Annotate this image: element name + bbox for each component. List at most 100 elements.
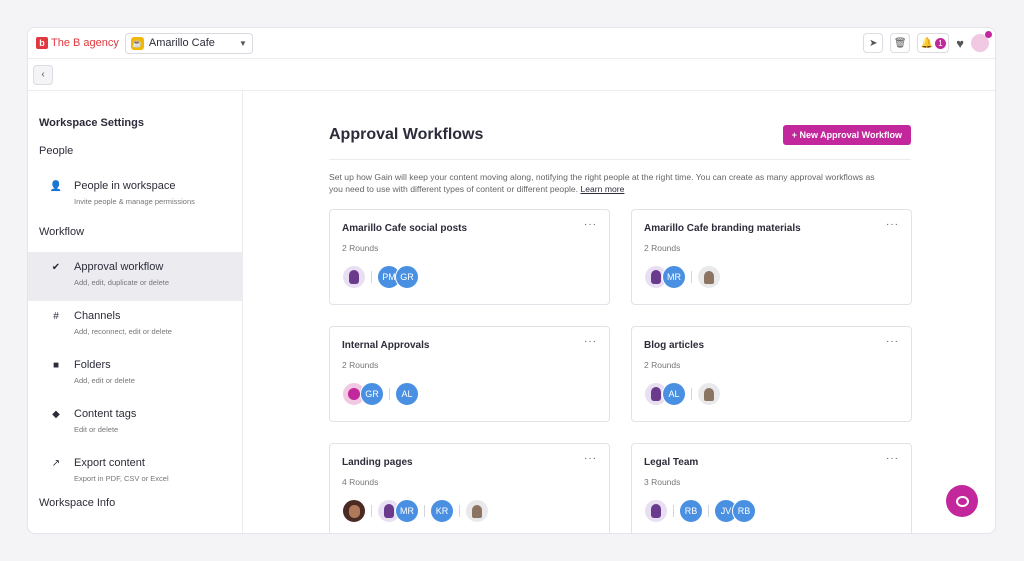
send-icon: ➤ — [869, 37, 878, 49]
sidebar-item-export-content[interactable]: ↗ Export content Export in PDF, CSV or Ex… — [28, 448, 242, 497]
card-title: Landing pages — [342, 457, 413, 468]
approvers: RB JV RB — [644, 499, 899, 523]
more-icon[interactable]: ··· — [584, 219, 597, 230]
chat-icon — [955, 495, 969, 507]
card-title: Legal Team — [644, 457, 699, 468]
intro-text: Set up how Gain will keep your content m… — [329, 171, 889, 195]
sidebar-item-content-tags[interactable]: ◆ Content tags Edit or delete — [28, 399, 242, 448]
notifications-button[interactable]: 🔔 1 — [917, 33, 950, 53]
avatar: RB — [679, 499, 703, 523]
sidebar-item-desc: Edit or delete — [74, 425, 119, 434]
sidebar-item-channels[interactable]: # Channels Add, reconnect, edit or delete — [28, 301, 242, 350]
section-workspace-info: Workspace Info — [39, 497, 116, 509]
avatar — [697, 265, 721, 289]
card-title: Blog articles — [644, 340, 705, 351]
send-button[interactable]: ➤ — [863, 33, 884, 53]
sidebar-item-label: Content tags — [74, 408, 137, 420]
approvers: PM GR — [342, 265, 597, 289]
approvers: MR — [644, 265, 899, 289]
more-icon[interactable]: ··· — [584, 336, 597, 347]
app-window: b The B agency ☕ Amarillo Cafe ▼ ➤ 🗑 🔔 1… — [27, 27, 996, 534]
avatar — [342, 499, 366, 523]
avatar: AL — [395, 382, 419, 406]
chevron-down-icon: ▼ — [238, 38, 247, 48]
settings-sidebar: Workspace Settings People 👤 People in wo… — [28, 91, 243, 533]
avatar — [697, 382, 721, 406]
workflow-card[interactable]: Amarillo Cafe branding materials ··· 2 R… — [631, 209, 912, 305]
help-chat-button[interactable] — [946, 485, 978, 517]
workflow-card[interactable]: Blog articles ··· 2 Rounds AL — [631, 326, 912, 422]
sidebar-item-approval-workflow[interactable]: ✔ Approval workflow Add, edit, duplicate … — [28, 252, 242, 301]
brand-logo: b — [36, 37, 48, 49]
avatar — [465, 499, 489, 523]
sidebar-item-people[interactable]: 👤 People in workspace Invite people & man… — [28, 171, 242, 220]
card-rounds: 2 Rounds — [342, 360, 379, 370]
approvers: MR KR — [342, 499, 597, 523]
approvers: GR AL — [342, 382, 597, 406]
workflow-grid: Amarillo Cafe social posts ··· 2 Rounds … — [329, 209, 995, 533]
more-icon[interactable]: ··· — [886, 336, 899, 347]
new-approval-workflow-button[interactable]: + New Approval Workflow — [782, 125, 911, 145]
page-title: Approval Workflows — [329, 126, 484, 143]
avatar: AL — [662, 382, 686, 406]
trash-button[interactable]: 🗑 — [890, 33, 911, 53]
workflow-card[interactable]: Landing pages ··· 4 Rounds MR KR — [329, 443, 610, 533]
person-icon: 👤 — [49, 181, 63, 192]
notification-badge: 1 — [935, 37, 946, 49]
brand[interactable]: b The B agency — [36, 37, 119, 49]
bell-icon: 🔔 — [920, 37, 933, 49]
approvers: AL — [644, 382, 899, 406]
top-actions: ➤ 🗑 🔔 1 ♥ — [863, 31, 992, 53]
learn-more-link[interactable]: Learn more — [580, 184, 624, 194]
card-title: Internal Approvals — [342, 340, 430, 351]
sidebar-item-desc: Add, edit or delete — [74, 376, 135, 385]
avatar: GR — [395, 265, 419, 289]
sidebar-item-desc: Export in PDF, CSV or Excel — [74, 474, 169, 483]
workflow-card[interactable]: Legal Team ··· 3 Rounds RB JV RB — [631, 443, 912, 533]
more-icon[interactable]: ··· — [886, 219, 899, 230]
more-icon[interactable]: ··· — [584, 453, 597, 464]
sidebar-item-desc: Add, edit, duplicate or delete — [74, 278, 170, 287]
cafe-icon: ☕ — [130, 36, 144, 50]
sidebar-item-folders[interactable]: ■ Folders Add, edit or delete — [28, 350, 242, 399]
hash-icon: # — [53, 311, 59, 322]
sidebar-item-label: Channels — [74, 310, 121, 322]
card-rounds: 3 Rounds — [644, 477, 681, 487]
chevron-left-icon: ‹ — [41, 69, 45, 80]
avatar: MR — [395, 499, 419, 523]
card-rounds: 4 Rounds — [342, 477, 379, 487]
brand-name: The B agency — [51, 37, 119, 49]
sidebar-item-desc: Invite people & manage permissions — [74, 197, 195, 206]
avatar: MR — [662, 265, 686, 289]
card-rounds: 2 Rounds — [644, 243, 681, 253]
section-people: People — [39, 145, 74, 157]
top-bar: b The B agency ☕ Amarillo Cafe ▼ ➤ 🗑 🔔 1… — [28, 28, 995, 59]
card-rounds: 2 Rounds — [342, 243, 379, 253]
user-avatar[interactable] — [971, 31, 992, 52]
main-content: Approval Workflows + New Approval Workfl… — [243, 91, 995, 533]
avatar — [342, 265, 366, 289]
sidebar-item-label: People in workspace — [74, 180, 176, 192]
workspace-select[interactable]: ☕ Amarillo Cafe ▼ — [124, 32, 253, 54]
workspace-name: Amarillo Cafe — [148, 37, 215, 49]
check-circle-icon: ✔ — [51, 262, 61, 273]
avatar: KR — [430, 499, 454, 523]
trash-icon: 🗑 — [893, 37, 907, 49]
tag-icon: ◆ — [52, 409, 60, 420]
card-title: Amarillo Cafe social posts — [342, 223, 468, 234]
workflow-card[interactable]: Internal Approvals ··· 2 Rounds GR AL — [329, 326, 610, 422]
heart-icon[interactable]: ♥ — [956, 36, 964, 51]
sidebar-title: Workspace Settings — [39, 117, 144, 129]
avatar: GR — [360, 382, 384, 406]
workflow-card[interactable]: Amarillo Cafe social posts ··· 2 Rounds … — [329, 209, 610, 305]
folder-icon: ■ — [52, 360, 60, 371]
card-title: Amarillo Cafe branding materials — [644, 223, 801, 234]
export-icon: ↗ — [51, 458, 61, 469]
avatar: RB — [732, 499, 756, 523]
sub-bar: ‹ — [28, 59, 995, 91]
more-icon[interactable]: ··· — [886, 453, 899, 464]
sidebar-item-label: Export content — [74, 457, 145, 469]
section-workflow: Workflow — [39, 226, 85, 238]
back-button[interactable]: ‹ — [33, 64, 53, 85]
avatar — [644, 499, 668, 523]
